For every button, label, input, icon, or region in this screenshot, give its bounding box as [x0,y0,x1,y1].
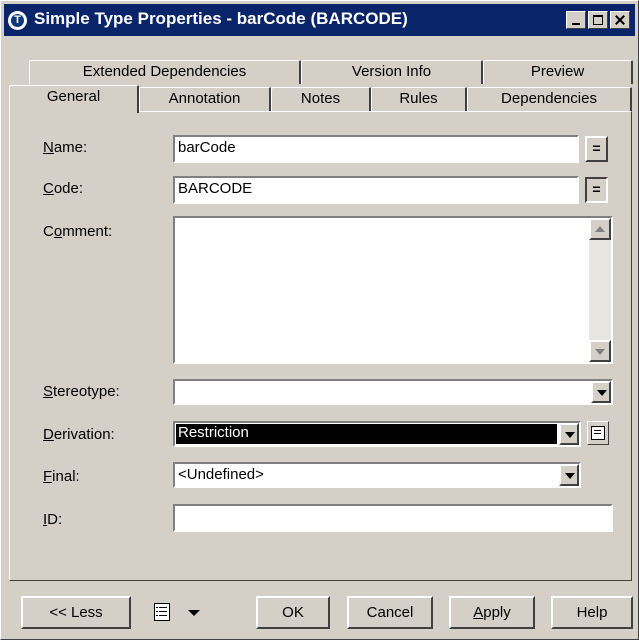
code-name-sync-button[interactable]: = [585,177,608,203]
id-label: ID: [43,511,63,528]
comment-label: Comment: [43,223,113,240]
close-button[interactable] [610,11,630,29]
list-view-icon[interactable] [154,603,170,621]
title-bar[interactable]: Simple Type Properties - barCode (BARCOD… [4,4,635,36]
chevron-down-icon[interactable] [591,381,611,403]
tab-annotation[interactable]: Annotation [139,87,271,111]
tab-general[interactable]: General [9,85,139,113]
scroll-up-arrow-icon[interactable] [589,218,611,240]
help-button[interactable]: Help [551,596,633,629]
stereotype-label: Stereotype: [43,383,120,400]
name-input[interactable]: barCode [173,135,579,163]
tab-preview[interactable]: Preview [483,60,633,84]
id-input[interactable] [173,504,613,532]
name-label: Name: [43,139,88,156]
final-value: <Undefined> [178,466,264,483]
name-code-sync-button[interactable]: = [585,136,608,162]
stereotype-combobox[interactable] [173,379,613,405]
tab-rules[interactable]: Rules [371,87,467,111]
ok-button[interactable]: OK [256,596,330,629]
tab-extended-dependencies[interactable]: Extended Dependencies [29,60,301,84]
window-title: Simple Type Properties - barCode (BARCOD… [34,9,408,28]
minimize-button[interactable] [566,11,586,29]
comment-textarea[interactable] [173,216,613,364]
tab-version-info[interactable]: Version Info [301,60,483,84]
properties-dialog: Simple Type Properties - barCode (BARCOD… [0,0,639,640]
tab-dependencies[interactable]: Dependencies [467,87,632,111]
code-label: Code: [43,180,84,197]
final-combobox[interactable]: <Undefined> [173,462,581,488]
code-input[interactable]: BARCODE [173,176,579,204]
tab-notes[interactable]: Notes [271,87,371,111]
scroll-down-arrow-icon[interactable] [589,340,611,362]
comment-scrollbar[interactable] [589,218,611,362]
chevron-down-icon[interactable] [188,610,200,616]
cancel-button[interactable]: Cancel [347,596,433,629]
chevron-down-icon[interactable] [559,423,579,445]
derivation-properties-icon[interactable] [587,421,609,445]
simple-type-icon [8,11,27,30]
derivation-combobox[interactable]: Restriction [173,421,581,447]
final-label: Final: [43,468,80,485]
less-button[interactable]: << Less [21,596,131,629]
derivation-label: Derivation: [43,426,115,443]
chevron-down-icon[interactable] [559,464,579,486]
derivation-value: Restriction [176,424,557,444]
maximize-button[interactable] [588,11,608,29]
apply-button[interactable]: Apply [449,596,535,629]
